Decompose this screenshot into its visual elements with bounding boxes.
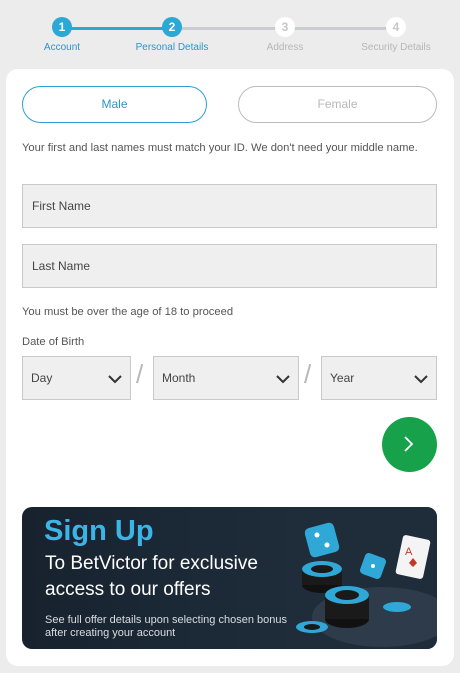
next-button[interactable] (382, 417, 437, 472)
banner-fine-print: See full offer details upon selecting ch… (45, 614, 287, 639)
step-personal-details[interactable]: 2 Personal Details (117, 0, 227, 53)
casino-chips-illustration: A (287, 507, 437, 649)
first-name-input[interactable]: First Name (22, 184, 437, 228)
dob-label: Date of Birth (22, 336, 85, 348)
step-number: 3 (275, 17, 295, 37)
step-label: Security Details (361, 42, 431, 53)
step-number: 4 (386, 17, 406, 37)
step-number: 1 (52, 17, 72, 37)
name-match-note: Your first and last names must match you… (22, 142, 418, 154)
date-separator: / (304, 359, 312, 389)
chevron-right-icon (404, 436, 414, 452)
step-label: Account (43, 42, 81, 53)
dob-day-value: Day (31, 371, 53, 385)
personal-details-form: Male Female Your first and last names mu… (6, 69, 454, 666)
age-note: You must be over the age of 18 to procee… (22, 306, 234, 318)
banner-title: Sign Up (44, 515, 154, 547)
step-number: 2 (162, 17, 182, 37)
svg-text:A: A (405, 546, 413, 558)
date-separator: / (136, 359, 144, 389)
step-account[interactable]: 1 Account (7, 0, 117, 53)
gender-female-button[interactable]: Female (238, 86, 437, 123)
step-label: Address (266, 42, 304, 53)
banner-subtitle: To BetVictor for exclusive access to our… (45, 553, 258, 600)
dob-day-select[interactable]: Day (22, 356, 131, 400)
step-security-details: 4 Security Details (341, 0, 451, 53)
dob-year-value: Year (330, 371, 355, 385)
gender-male-button[interactable]: Male (22, 86, 207, 123)
chevron-down-icon (108, 375, 122, 384)
step-label: Personal Details (135, 42, 209, 53)
last-name-input[interactable]: Last Name (22, 244, 437, 288)
signup-promo-banner[interactable]: Sign Up To BetVictor for exclusive acces… (22, 507, 437, 649)
chevron-down-icon (276, 375, 290, 384)
chevron-down-icon (414, 375, 428, 384)
dob-year-select[interactable]: Year (321, 356, 437, 400)
step-address: 3 Address (230, 0, 340, 53)
dob-month-value: Month (162, 371, 196, 385)
progress-stepper: 1 Account 2 Personal Details 3 Address 4… (0, 0, 460, 68)
dob-month-select[interactable]: Month (153, 356, 299, 400)
